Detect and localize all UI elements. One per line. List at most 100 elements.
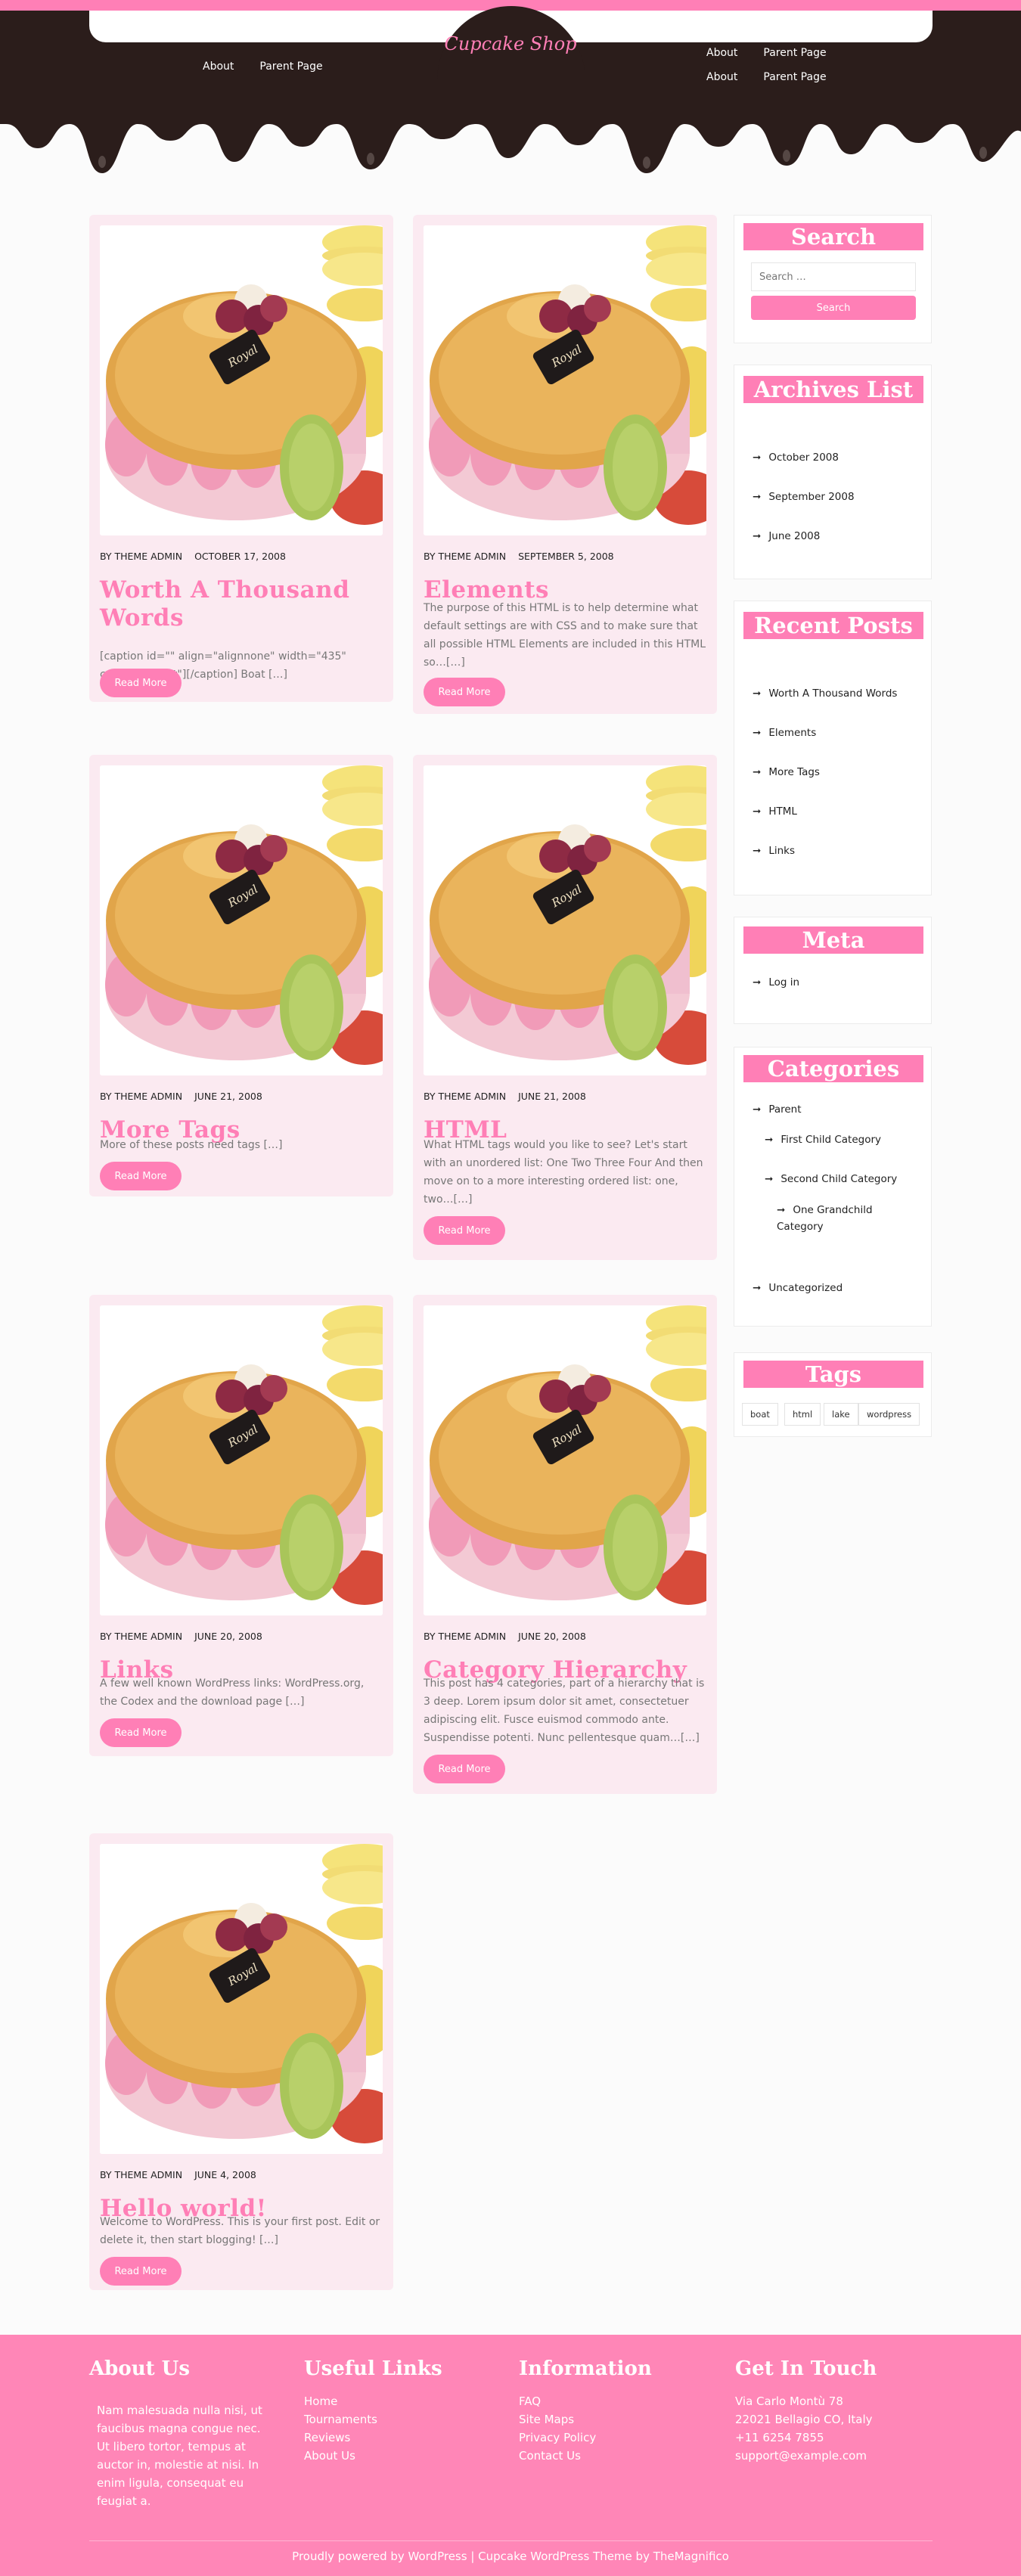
post-thumbnail[interactable]: Royal xyxy=(424,765,706,1075)
footer-address: 22021 Bellagio CO, Italy xyxy=(735,2413,873,2426)
post-date[interactable]: SEPTEMBER 5, 2008 xyxy=(518,551,614,562)
post-meta: BY THEME ADMIN JUNE 4, 2008 xyxy=(100,2169,256,2180)
archives-widget: Archives List ➞ October 2008 ➞ September 2… xyxy=(734,365,932,579)
recent-post-item[interactable]: ➞ HTML xyxy=(753,805,797,818)
read-more-button[interactable]: Read More xyxy=(100,669,182,697)
search-input[interactable] xyxy=(751,262,916,291)
footer-contact-column: Get In Touch Via Carlo Montù 78 22021 Be… xyxy=(735,2357,877,2465)
tags-widget: Tags boat html lake wordpress xyxy=(734,1352,932,1437)
post-card: Royal BY THEME ADMIN JUNE 4, 2008 Hello w… xyxy=(89,1833,393,2290)
post-card: Royal BY THEME ADMIN SEPTEMBER 5, 2008 El… xyxy=(413,215,717,714)
footer-link[interactable]: About Us xyxy=(304,2447,442,2465)
read-more-button[interactable]: Read More xyxy=(100,1718,182,1747)
meta-item-login[interactable]: ➞ Log in xyxy=(753,976,799,989)
post-author: BY THEME ADMIN xyxy=(100,551,183,562)
post-date[interactable]: JUNE 4, 2008 xyxy=(194,2169,256,2180)
nav-parent-page[interactable]: Parent Page xyxy=(763,47,826,59)
nav-about[interactable]: About xyxy=(706,47,737,59)
post-card: Royal BY THEME ADMIN JUNE 21, 2008 HTML W… xyxy=(413,755,717,1260)
post-thumbnail[interactable]: Royal xyxy=(100,765,383,1075)
post-thumbnail[interactable]: Royal xyxy=(100,225,383,535)
post-thumbnail[interactable]: Royal xyxy=(424,1305,706,1615)
footer-divider xyxy=(89,2540,933,2541)
tag-link[interactable]: wordpress xyxy=(858,1403,920,1426)
widget-title: Search xyxy=(743,223,923,250)
right-arrow-icon: ➞ xyxy=(753,1282,762,1294)
read-more-button[interactable]: Read More xyxy=(424,678,505,706)
right-arrow-icon: ➞ xyxy=(765,1134,774,1146)
right-arrow-icon: ➞ xyxy=(777,1204,786,1216)
site-title[interactable]: Cupcake Shop xyxy=(439,33,582,54)
post-author: BY THEME ADMIN xyxy=(424,1631,507,1642)
post-author: BY THEME ADMIN xyxy=(100,1091,183,1102)
post-meta: BY THEME ADMIN JUNE 20, 2008 xyxy=(100,1631,262,1642)
read-more-button[interactable]: Read More xyxy=(100,1162,182,1190)
right-arrow-icon: ➞ xyxy=(753,687,762,700)
meta-widget: Meta ➞ Log in xyxy=(734,917,932,1024)
post-meta: BY THEME ADMIN JUNE 21, 2008 xyxy=(100,1091,262,1102)
category-item[interactable]: ➞ Parent xyxy=(753,1103,802,1116)
nav-parent-page[interactable]: Parent Page xyxy=(763,71,826,83)
right-arrow-icon: ➞ xyxy=(753,727,762,739)
recent-post-item[interactable]: ➞ More Tags xyxy=(753,766,820,778)
post-date[interactable]: JUNE 21, 2008 xyxy=(194,1091,262,1102)
footer-phone[interactable]: +11 6254 7855 xyxy=(735,2429,877,2447)
footer-link[interactable]: Tournaments xyxy=(304,2410,442,2429)
post-excerpt: This post has 4 categories, part of a hi… xyxy=(424,1678,705,1744)
tag-link[interactable]: lake xyxy=(824,1403,858,1426)
post-thumbnail[interactable]: Royal xyxy=(424,225,706,535)
category-item[interactable]: ➞ One Grandchild Category xyxy=(777,1202,890,1235)
site-footer: About Us Nam malesuada nulla nisi, ut fa… xyxy=(0,2335,1021,2576)
tag-link[interactable]: boat xyxy=(742,1403,778,1426)
post-author: BY THEME ADMIN xyxy=(424,551,507,562)
post-meta: BY THEME ADMIN JUNE 21, 2008 xyxy=(424,1091,586,1102)
recent-post-item[interactable]: ➞ Worth A Thousand Words xyxy=(753,687,897,700)
footer-link[interactable]: Contact Us xyxy=(519,2447,652,2465)
search-button[interactable]: Search xyxy=(751,296,916,320)
read-more-button[interactable]: Read More xyxy=(424,1216,505,1245)
widget-title: Recent Posts xyxy=(743,612,923,639)
recent-post-item[interactable]: ➞ Elements xyxy=(753,727,816,739)
category-item[interactable]: ➞ Second Child Category xyxy=(765,1173,897,1185)
post-meta: BY THEME ADMIN OCTOBER 17, 2008 xyxy=(100,551,286,562)
nav-parent-page[interactable]: Parent Page xyxy=(259,61,322,73)
footer-heading: Get In Touch xyxy=(735,2357,877,2380)
post-meta: BY THEME ADMIN SEPTEMBER 5, 2008 xyxy=(424,551,614,562)
post-author: BY THEME ADMIN xyxy=(100,2169,183,2180)
footer-link[interactable]: Privacy Policy xyxy=(519,2429,652,2447)
post-date[interactable]: JUNE 20, 2008 xyxy=(518,1631,586,1642)
tag-link[interactable]: html xyxy=(784,1403,821,1426)
widget-title: Meta xyxy=(743,926,923,954)
footer-about-column: About Us xyxy=(89,2357,190,2380)
post-date[interactable]: JUNE 20, 2008 xyxy=(194,1631,262,1642)
recent-post-item[interactable]: ➞ Links xyxy=(753,845,795,857)
archive-item[interactable]: ➞ June 2008 xyxy=(753,530,820,542)
footer-link[interactable]: FAQ xyxy=(519,2392,652,2410)
post-thumbnail[interactable]: Royal xyxy=(100,1844,383,2154)
footer-email[interactable]: support@example.com xyxy=(735,2447,877,2465)
category-item[interactable]: ➞ Uncategorized xyxy=(753,1282,843,1294)
post-card: Royal BY THEME ADMIN JUNE 20, 2008 Catego… xyxy=(413,1295,717,1794)
nav-about[interactable]: About xyxy=(706,71,737,83)
post-card: Royal BY THEME ADMIN JUNE 20, 2008 Links … xyxy=(89,1295,393,1756)
footer-link[interactable]: Home xyxy=(304,2392,442,2410)
post-thumbnail[interactable]: Royal xyxy=(100,1305,383,1615)
archive-item[interactable]: ➞ October 2008 xyxy=(753,452,839,464)
footer-link[interactable]: Reviews xyxy=(304,2429,442,2447)
read-more-button[interactable]: Read More xyxy=(424,1755,505,1783)
post-title[interactable]: Worth A Thousand Words xyxy=(100,576,383,632)
footer-heading: Information xyxy=(519,2357,652,2380)
right-arrow-icon: ➞ xyxy=(765,1173,774,1185)
post-card: Royal BY THEME ADMIN OCTOBER 17, 2008 Wor… xyxy=(89,215,393,702)
read-more-button[interactable]: Read More xyxy=(100,2257,182,2286)
cake-image: Royal xyxy=(424,1305,706,1615)
nav-about[interactable]: About xyxy=(203,61,234,73)
footer-link[interactable]: Site Maps xyxy=(519,2410,652,2429)
cake-image: Royal xyxy=(100,1844,383,2154)
category-item[interactable]: ➞ First Child Category xyxy=(765,1134,881,1146)
post-excerpt: A few well known WordPress links: WordPr… xyxy=(100,1678,365,1708)
archive-item[interactable]: ➞ September 2008 xyxy=(753,491,855,503)
post-date[interactable]: JUNE 21, 2008 xyxy=(518,1091,586,1102)
post-date[interactable]: OCTOBER 17, 2008 xyxy=(194,551,286,562)
footer-address: Via Carlo Montù 78 xyxy=(735,2394,843,2408)
